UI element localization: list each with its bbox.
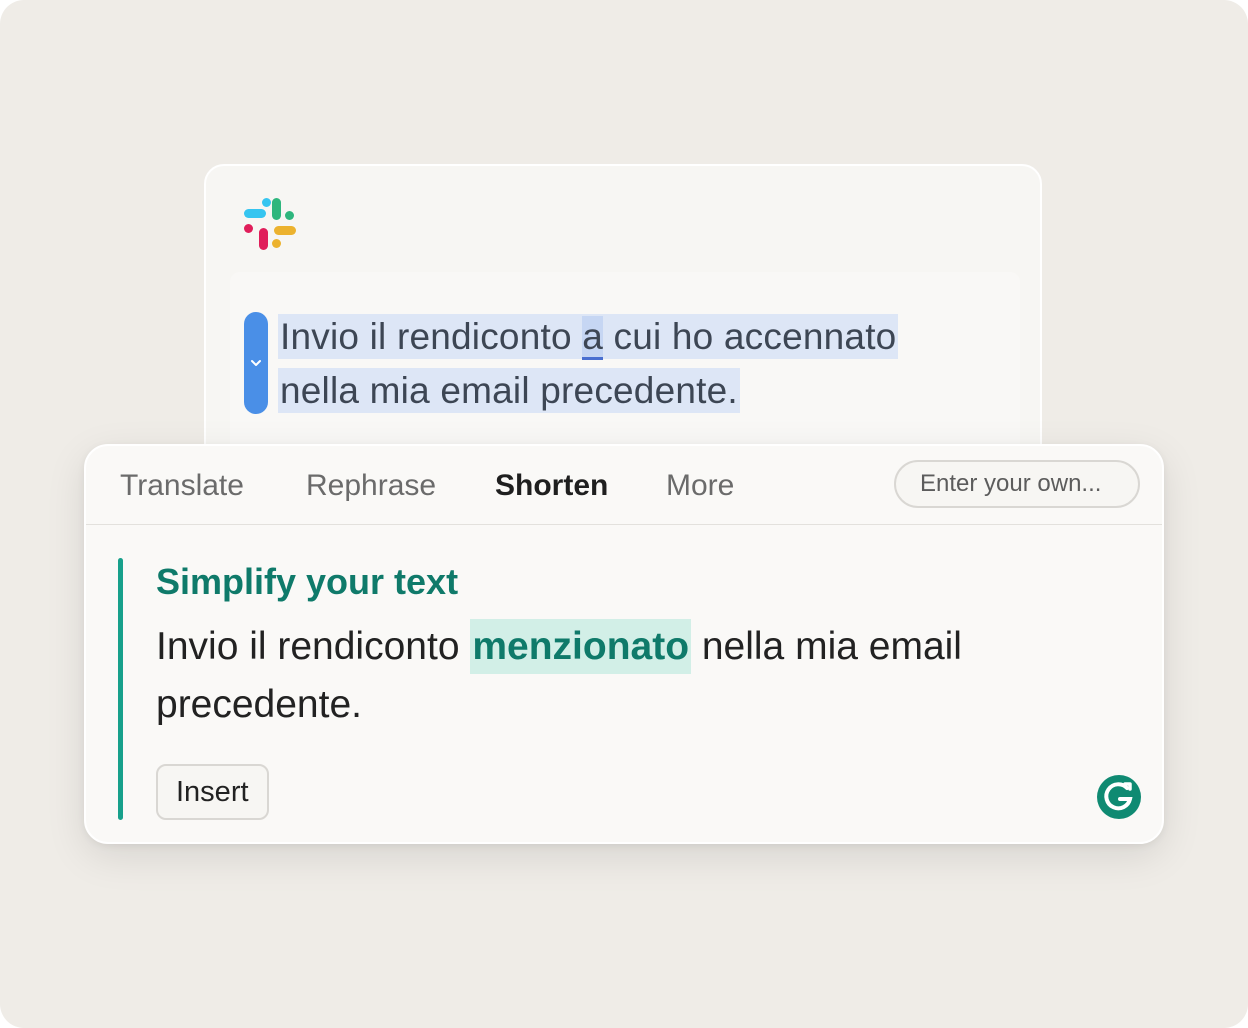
suggestion-card: Simplify your text Invio il rendiconto m…: [118, 558, 1128, 820]
chevron-down-icon: [251, 360, 261, 366]
tab-rephrase[interactable]: Rephrase: [306, 468, 436, 504]
custom-prompt-input[interactable]: [894, 460, 1140, 508]
slack-logo-icon: [244, 198, 296, 250]
grammarly-logo-icon: [1097, 775, 1141, 819]
tab-more[interactable]: More: [666, 468, 734, 504]
grammarly-handle[interactable]: [244, 312, 268, 414]
message-input[interactable]: Invio il rendiconto a cui ho accennato n…: [230, 272, 1020, 472]
tab-shorten[interactable]: Shorten: [495, 468, 608, 504]
accent-bar: [118, 558, 123, 820]
tab-translate[interactable]: Translate: [120, 468, 244, 504]
suggestion-title: Simplify your text: [156, 561, 459, 602]
background: Invio il rendiconto a cui ho accennato n…: [0, 0, 1248, 1028]
insert-button[interactable]: Insert: [156, 764, 269, 820]
suggestion-text-before: Invio il rendiconto: [156, 625, 471, 668]
selected-text[interactable]: Invio il rendiconto a cui ho accennato n…: [278, 310, 978, 418]
text-segment: Invio il rendiconto: [280, 316, 583, 357]
tab-bar: Translate Rephrase Shorten More: [86, 446, 1162, 525]
flagged-word[interactable]: a: [582, 316, 604, 360]
grammarly-suggestion-popup: Translate Rephrase Shorten More Simplify…: [84, 444, 1164, 844]
replacement-word: menzionato: [470, 619, 692, 674]
suggestion-text: Invio il rendiconto menzionato nella mia…: [156, 618, 1056, 734]
text-segment: cui ho accennato: [603, 316, 897, 357]
slack-message-composer: Invio il rendiconto a cui ho accennato n…: [204, 164, 1042, 484]
text-segment: nella mia email precedente.: [278, 368, 740, 413]
